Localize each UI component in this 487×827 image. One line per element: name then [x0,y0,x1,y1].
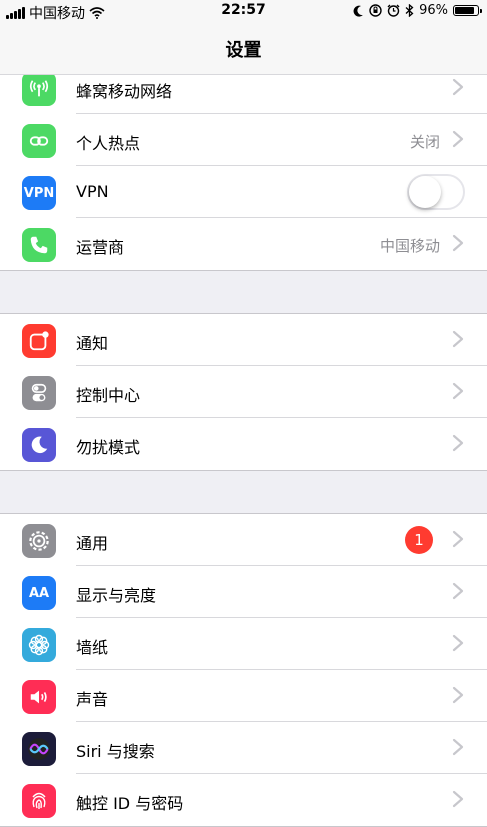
settings-row[interactable]: Siri 与搜索 [0,722,487,774]
chevron-right-icon [451,77,465,97]
chevron-right-icon [451,737,465,757]
row-label: Siri 与搜索 [76,742,155,761]
sound-icon [22,680,56,714]
settings-group: 蜂窝移动网络 个人热点 关闭 VPN VPN 运营商 中国移动 [0,61,487,271]
group-spacer [0,471,487,513]
chevron-right-icon [451,633,465,653]
chevron-right-icon [451,233,465,253]
notifications-icon [22,324,56,358]
toggle-knob [409,176,441,208]
battery-percent: 96% [419,3,448,18]
settings-row[interactable]: 勿扰模式 [0,418,487,470]
fingerprint-icon [22,784,56,818]
settings-row[interactable]: 通知 [0,314,487,366]
vpn-icon: VPN [22,176,56,210]
settings-group: 通用 1 AA 显示与亮度墙纸声音 Siri 与搜索触控 ID 与密码 [0,513,487,827]
bluetooth-icon [405,4,414,17]
settings-row[interactable]: 声音 [0,670,487,722]
chevron-right-icon [451,789,465,809]
control-center-icon [22,376,56,410]
chevron-right-icon [451,581,465,601]
navigation-bar: 设置 [0,22,487,75]
settings-row[interactable]: 运营商 中国移动 [0,218,487,270]
settings-row[interactable]: 个人热点 关闭 [0,114,487,166]
row-label: 显示与亮度 [76,586,157,605]
row-label: 控制中心 [76,386,141,405]
cellular-icon [22,72,56,106]
siri-icon [22,732,56,766]
battery-fill [455,7,475,14]
hotspot-icon [22,124,56,158]
moon-icon [22,428,56,462]
phone-icon [22,228,56,262]
row-label: 个人热点 [76,134,141,153]
chevron-right-icon [451,129,465,149]
update-badge: 1 [405,526,433,554]
row-label: 通用 [76,534,109,553]
settings-row[interactable]: 墙纸 [0,618,487,670]
row-label: 运营商 [76,238,125,257]
settings-row[interactable]: 控制中心 [0,366,487,418]
vpn-toggle[interactable] [407,174,465,210]
status-right: 96% [353,3,482,18]
row-label: 墙纸 [76,638,109,657]
wallpaper-icon [22,628,56,662]
settings-row[interactable]: 触控 ID 与密码 [0,774,487,826]
settings-list: 蜂窝移动网络 个人热点 关闭 VPN VPN 运营商 中国移动通知控制中心勿扰模式通用 1 AA… [0,61,487,827]
group-spacer [0,271,487,313]
row-label: 蜂窝移动网络 [76,82,173,101]
chevron-right-icon [451,529,465,549]
row-label: 勿扰模式 [76,438,141,457]
row-label: 触控 ID 与密码 [76,794,184,813]
chevron-right-icon [451,685,465,705]
row-value: 关闭 [409,133,440,151]
row-label: 通知 [76,334,109,353]
gear-icon [22,524,56,558]
settings-group: 通知控制中心勿扰模式 [0,313,487,471]
chevron-right-icon [451,329,465,349]
row-label: 声音 [76,690,109,709]
status-bar: 中国移动 22:57 96% [0,0,487,22]
display-icon: AA [22,576,56,610]
chevron-right-icon [451,433,465,453]
orientation-lock-icon [369,4,382,17]
row-value: 中国移动 [379,237,440,255]
row-label: VPN [76,182,109,201]
settings-row[interactable]: AA 显示与亮度 [0,566,487,618]
page-title: 设置 [225,40,262,61]
moon-icon [353,5,364,17]
settings-row[interactable]: VPN VPN [0,166,487,218]
chevron-right-icon [451,381,465,401]
settings-row[interactable]: 通用 1 [0,514,487,566]
alarm-icon [387,4,400,17]
battery-icon [453,5,482,16]
